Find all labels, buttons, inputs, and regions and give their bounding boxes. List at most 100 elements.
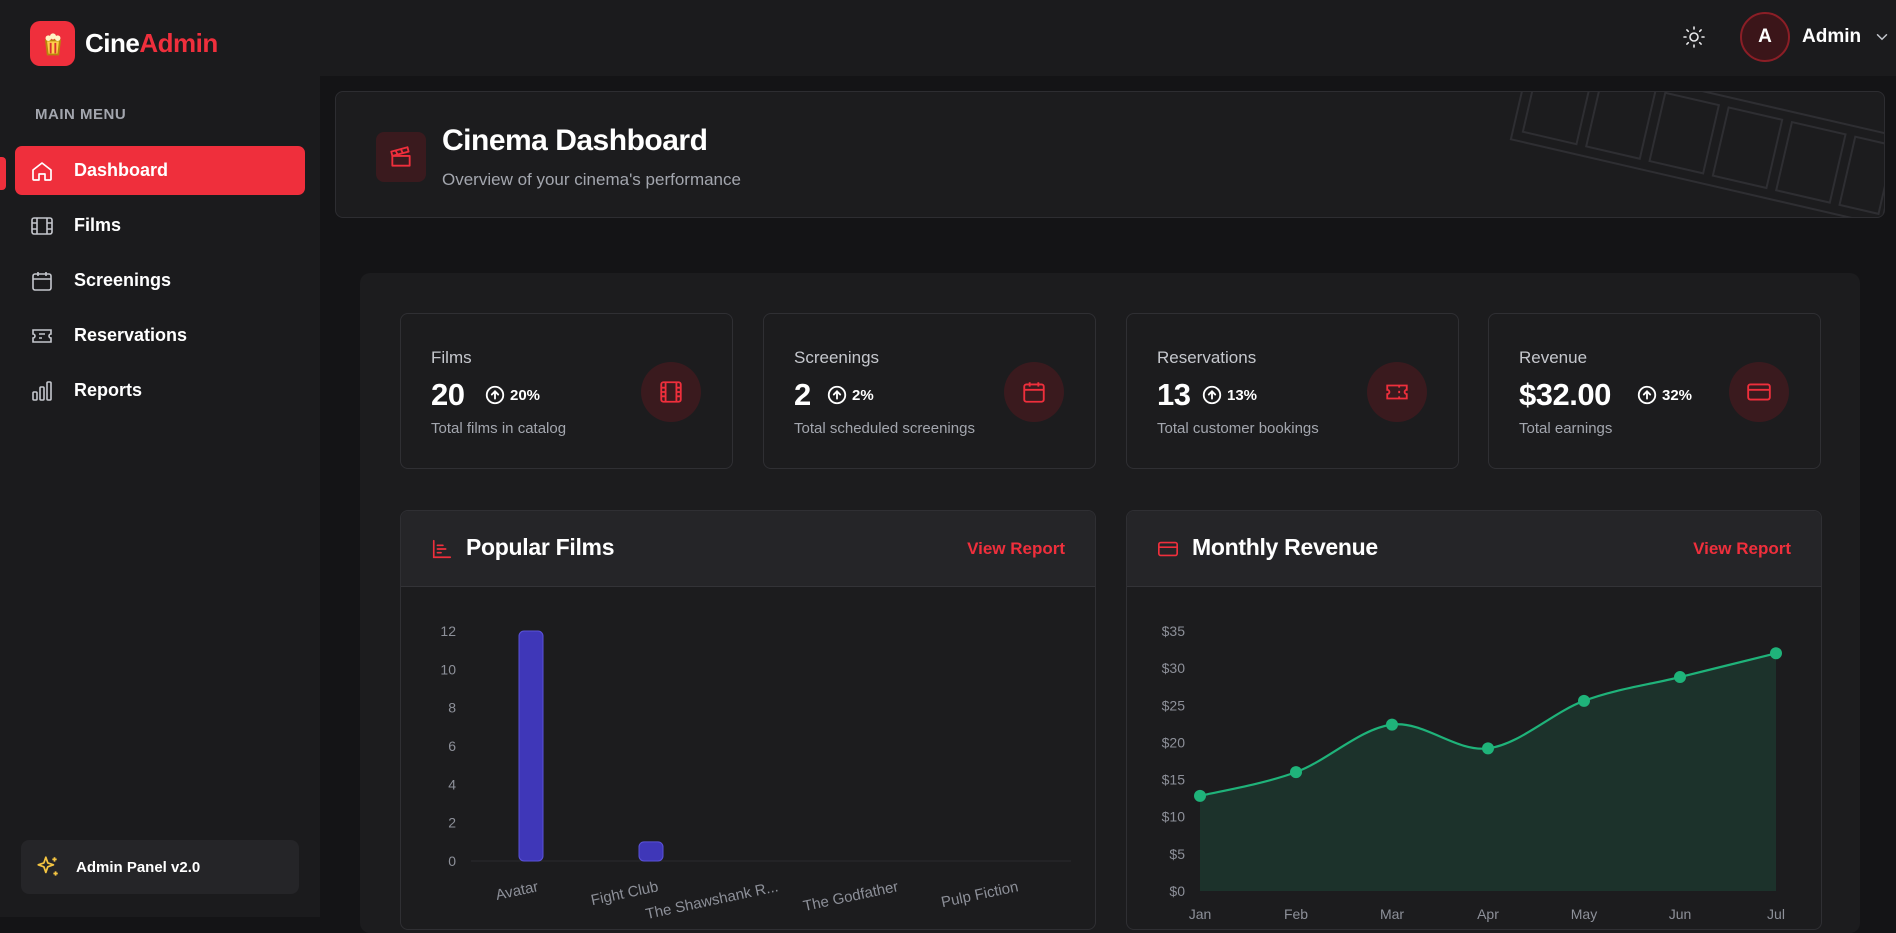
stat-card-revenue: Revenue $32.00 32% Total earnings: [1488, 313, 1821, 469]
sidebar-item-dashboard[interactable]: Dashboard: [15, 146, 305, 195]
stat-label: Reservations: [1157, 348, 1257, 367]
brand-name: CineAdmin: [85, 28, 218, 58]
stat-description: Total earnings: [1519, 420, 1613, 437]
version-label: Admin Panel v2.0: [76, 858, 201, 876]
y-tick-label: 10: [440, 661, 456, 677]
ticket-icon: [30, 324, 54, 348]
sidebar-item-films[interactable]: Films: [15, 201, 305, 250]
avatar: A: [1740, 12, 1790, 62]
x-tick-label: Feb: [1284, 906, 1308, 922]
x-tick-label: Jan: [1189, 906, 1212, 922]
x-tick-label: The Shawshank R...: [644, 878, 780, 923]
stat-description: Total films in catalog: [431, 420, 567, 437]
y-tick-label: 12: [440, 623, 456, 639]
y-tick-label: 8: [448, 700, 456, 716]
view-report-link[interactable]: View Report: [967, 539, 1065, 559]
stat-trend: 20%: [484, 384, 540, 406]
sidebar-item-screenings[interactable]: Screenings: [15, 256, 305, 305]
monthly-revenue-chart-card: Monthly Revenue View Report $0 $5 $10 $15 $2…: [1126, 510, 1822, 930]
sidebar-item-reservations[interactable]: Reservations: [15, 311, 305, 360]
film-icon: [30, 214, 54, 238]
popular-films-chart-card: Popular Films View Report 0 2 4 6 8 10 12 Avata…: [400, 510, 1096, 930]
popular-films-bar-chart: 024681012Avatar Fight ClubThe Shawshank R…: [440, 623, 1071, 923]
ticket-icon: [1367, 362, 1427, 422]
data-point: [1386, 718, 1398, 731]
y-tick-label: 0: [448, 853, 456, 869]
y-tick-label: 6: [448, 738, 456, 754]
data-point: [1194, 789, 1206, 802]
x-tick-label: May: [1571, 906, 1597, 922]
x-tick-label: The Godfather: [802, 878, 900, 915]
data-point: [1290, 766, 1302, 779]
sidebar-item-label: Dashboard: [74, 160, 169, 180]
arrow-up-circle-icon: [484, 384, 506, 406]
y-tick-label: $20: [1162, 734, 1186, 750]
y-tick-label: $0: [1169, 883, 1185, 899]
film-icon: [641, 362, 701, 422]
x-tick-label: Apr: [1477, 906, 1499, 922]
calendar-icon: [1004, 362, 1064, 422]
data-point: [1482, 742, 1494, 755]
arrow-up-circle-icon: [1201, 384, 1223, 406]
stat-value: 13: [1157, 377, 1191, 412]
x-tick-label: Avatar: [494, 878, 540, 904]
view-report-link[interactable]: View Report: [1693, 539, 1791, 559]
chart-header: Monthly Revenue View Report: [1127, 511, 1821, 587]
data-point: [1674, 671, 1686, 684]
stat-card-reservations: Reservations 13 13% Total customer booki…: [1126, 313, 1459, 469]
page-title: Cinema Dashboard: [442, 124, 708, 157]
stat-card-films: Films 20 20% Total films in catalog: [400, 313, 733, 469]
page-header: Cinema Dashboard Overview of your cinema…: [335, 91, 1885, 218]
user-name: Admin: [1802, 26, 1862, 47]
bar-chart-icon: [30, 379, 54, 403]
user-menu[interactable]: A Admin: [1740, 12, 1891, 62]
stat-description: Total scheduled screenings: [794, 420, 975, 437]
bar: [638, 841, 664, 862]
stat-label: Screenings: [794, 348, 880, 367]
stat-value: $32.00: [1519, 377, 1611, 412]
top-bar: CineAdmin A Admin: [0, 0, 1896, 76]
stat-trend: 32%: [1636, 384, 1692, 406]
brand[interactable]: CineAdmin: [30, 21, 218, 66]
credit-card-icon: [1157, 538, 1179, 560]
stat-value: 2: [794, 377, 811, 412]
active-indicator: [0, 157, 6, 190]
stat-trend: 13%: [1201, 384, 1257, 406]
stat-label: Revenue: [1519, 348, 1588, 367]
x-tick-label: Jul: [1767, 906, 1785, 922]
monthly-revenue-area-chart: $0 $5 $10 $15 $20 $25 $30 $35 Jan Feb Mar Apr May Jun…: [1162, 623, 1785, 922]
chart-title: Popular Films: [466, 534, 615, 560]
chevron-down-icon: [1873, 28, 1891, 46]
y-tick-label: 4: [448, 776, 456, 792]
x-tick-label: Jun: [1669, 906, 1692, 922]
chart-header: Popular Films View Report: [401, 511, 1095, 587]
sidebar-item-label: Reports: [74, 380, 143, 400]
y-tick-label: $10: [1162, 809, 1186, 825]
y-tick-label: $35: [1162, 623, 1186, 639]
version-card: Admin Panel v2.0: [21, 840, 299, 894]
x-tick-label: Mar: [1380, 906, 1404, 922]
y-tick-label: $15: [1162, 772, 1186, 788]
stat-description: Total customer bookings: [1157, 420, 1319, 437]
stat-trend: 2%: [826, 384, 874, 406]
area-fill: [1200, 653, 1776, 891]
sidebar-item-reports[interactable]: Reports: [15, 366, 305, 415]
data-point: [1578, 694, 1590, 707]
stat-card-screenings: Screenings 2 2% Total scheduled screenin…: [763, 313, 1096, 469]
popcorn-icon: [30, 21, 75, 66]
bar: [518, 630, 544, 862]
sidebar-item-label: Reservations: [74, 325, 188, 345]
credit-card-icon: [1729, 362, 1789, 422]
clapperboard-icon: [376, 132, 426, 182]
film-strip-decoration: [1509, 92, 1884, 217]
sun-icon[interactable]: [1682, 25, 1706, 49]
stat-value: 20: [431, 377, 465, 412]
stat-label: Films: [431, 348, 472, 367]
y-tick-label: $25: [1162, 697, 1186, 713]
arrow-up-circle-icon: [1636, 384, 1658, 406]
sidebar-item-label: Films: [74, 215, 122, 235]
page-subtitle: Overview of your cinema's performance: [442, 170, 741, 189]
bar-chart-icon: [431, 538, 453, 560]
x-tick-label: Pulp Fiction: [940, 878, 1020, 911]
data-point: [1770, 647, 1782, 660]
